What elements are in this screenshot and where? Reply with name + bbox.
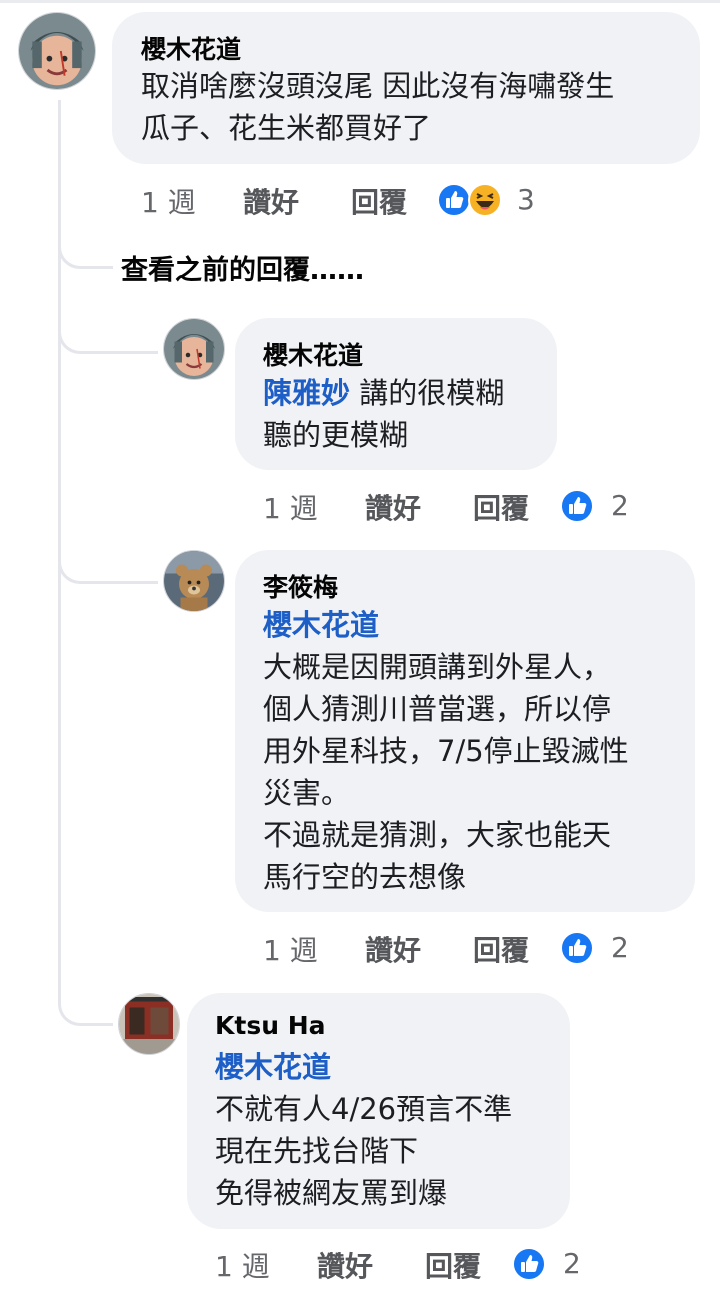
comment-text-line: 不過就是猜測，大家也能天 <box>263 818 612 852</box>
reaction-count[interactable]: 2 <box>611 489 629 522</box>
like-button[interactable]: 讚好 <box>365 929 421 969</box>
comment-text-line: 個人猜測川普當選，所以停 <box>263 692 612 726</box>
comment-text: 講的很模糊 <box>350 376 505 410</box>
comment-text-line: 不就有人4/26預言不準 <box>215 1092 513 1126</box>
like-button[interactable]: 讚好 <box>243 181 299 221</box>
avatar[interactable] <box>18 12 96 90</box>
reply-button[interactable]: 回覆 <box>473 929 529 969</box>
like-button[interactable]: 讚好 <box>365 487 421 527</box>
comment-author[interactable]: Ktsu Ha <box>215 1011 326 1040</box>
reply-button[interactable]: 回覆 <box>425 1245 481 1285</box>
comment-author[interactable]: 櫻木花道 <box>263 336 363 372</box>
comment-text-line: 取消啥麼沒頭沒尾 因此沒有海嘯發生 <box>141 69 615 103</box>
like-icon[interactable] <box>437 183 471 217</box>
comment-text-line: 馬行空的去想像 <box>263 860 467 894</box>
mention-link[interactable]: 櫻木花道 <box>263 604 379 646</box>
like-button[interactable]: 讚好 <box>317 1245 373 1285</box>
comment-text-line: 陳雅妙 講的很模糊 <box>263 372 504 414</box>
avatar[interactable] <box>118 993 180 1055</box>
comment-text-line: 免得被網友罵到爆 <box>215 1176 448 1210</box>
haha-icon[interactable] <box>468 183 502 217</box>
like-icon[interactable] <box>512 1247 546 1281</box>
like-icon[interactable] <box>560 931 594 965</box>
thread-branch-view-previous <box>58 225 113 269</box>
reaction-count[interactable]: 3 <box>517 183 535 216</box>
reaction-count[interactable]: 2 <box>611 931 629 964</box>
comment-timestamp[interactable]: 1 週 <box>263 929 318 969</box>
comment-timestamp[interactable]: 1 週 <box>263 487 318 527</box>
thread-branch-reply-2 <box>58 540 158 584</box>
view-previous-replies-link[interactable]: 查看之前的回覆…… <box>121 248 364 287</box>
comment-text-line: 災害。 <box>263 776 351 810</box>
mention-link[interactable]: 陳雅妙 <box>263 376 350 410</box>
comment-timestamp[interactable]: 1 週 <box>215 1245 270 1285</box>
like-icon[interactable] <box>560 489 594 523</box>
thread-branch-reply-3 <box>58 980 113 1026</box>
reaction-count[interactable]: 2 <box>563 1247 581 1280</box>
comment-text-line: 現在先找台階下 <box>215 1134 419 1168</box>
reply-button[interactable]: 回覆 <box>473 487 529 527</box>
comment-author[interactable]: 李筱梅 <box>263 568 338 604</box>
comment-timestamp[interactable]: 1 週 <box>141 181 196 221</box>
comment-text-line: 大概是因開頭講到外星人， <box>263 650 612 684</box>
avatar[interactable] <box>163 318 225 380</box>
thread-branch-reply-1 <box>58 310 158 354</box>
mention-link[interactable]: 櫻木花道 <box>215 1046 331 1088</box>
reply-button[interactable]: 回覆 <box>351 181 407 221</box>
top-divider <box>0 0 720 3</box>
avatar[interactable] <box>163 550 225 612</box>
comment-author[interactable]: 櫻木花道 <box>141 30 241 66</box>
comment-text-line: 瓜子、花生米都買好了 <box>141 111 432 145</box>
comment-text-line: 用外星科技，7/5停止毀滅性 <box>263 734 629 768</box>
comment-text-line: 聽的更模糊 <box>263 418 409 452</box>
